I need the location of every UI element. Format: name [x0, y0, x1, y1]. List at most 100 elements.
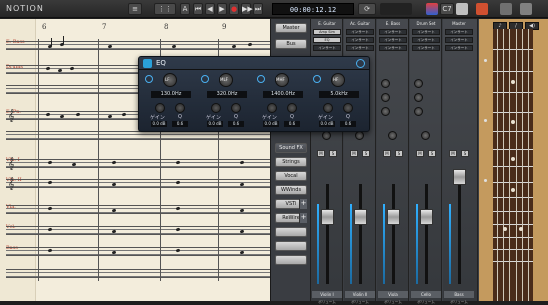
- strings-button[interactable]: Strings: [275, 157, 307, 167]
- send-knob[interactable]: [414, 79, 423, 88]
- pan-knob[interactable]: [322, 131, 331, 140]
- view-toggle-icon[interactable]: [520, 3, 532, 15]
- master-button[interactable]: Master: [275, 23, 307, 33]
- insert-slot[interactable]: インサート: [313, 45, 341, 51]
- send-knob[interactable]: [381, 107, 390, 116]
- insert-slot[interactable]: インサート: [412, 37, 440, 43]
- track-name[interactable]: Bass: [444, 291, 474, 298]
- add-vsti-icon[interactable]: +: [299, 199, 307, 209]
- track-name[interactable]: Cello: [411, 291, 441, 298]
- gain-knob[interactable]: [267, 103, 277, 113]
- insert-slot[interactable]: インサート: [379, 37, 407, 43]
- send-knob[interactable]: [414, 107, 423, 116]
- rewire-button[interactable]: ReWire +: [275, 213, 307, 223]
- strip-name: Ac. Guitar: [350, 21, 370, 26]
- winds-button[interactable]: WWinds: [275, 185, 307, 195]
- insert-slot[interactable]: EQ: [313, 37, 341, 43]
- empty-group-button[interactable]: [275, 241, 307, 251]
- insert-slot[interactable]: インサート: [412, 29, 440, 35]
- close-window-icon[interactable]: [476, 3, 488, 15]
- q-knob[interactable]: [231, 103, 241, 113]
- pan-knob[interactable]: [355, 131, 364, 140]
- mute-button[interactable]: M: [416, 150, 424, 157]
- sound-fx-button[interactable]: Sound FX: [275, 143, 307, 153]
- loop-button[interactable]: ⟳: [358, 3, 376, 15]
- insert-slot[interactable]: インサート: [379, 29, 407, 35]
- volume-fader[interactable]: [453, 169, 466, 185]
- insert-slot[interactable]: インサート: [346, 37, 374, 43]
- volume-fader[interactable]: [354, 209, 367, 225]
- gain-knob[interactable]: [211, 103, 221, 113]
- frequency-value: 320.0Hz: [207, 91, 247, 98]
- gain-knob[interactable]: [323, 103, 333, 113]
- fret: [493, 249, 533, 250]
- q-knob[interactable]: [343, 103, 353, 113]
- send-knob[interactable]: [414, 93, 423, 102]
- pan-knob[interactable]: [421, 131, 430, 140]
- track-name[interactable]: Violin I: [312, 291, 342, 298]
- menu-button[interactable]: ≡: [128, 3, 142, 15]
- bus-button[interactable]: Bus: [275, 39, 307, 49]
- band-power-icon[interactable]: [201, 75, 209, 83]
- forward-icon[interactable]: ▶▶: [241, 3, 253, 15]
- solo-button[interactable]: S: [461, 150, 469, 157]
- q-knob[interactable]: [175, 103, 185, 113]
- send-knob[interactable]: [381, 93, 390, 102]
- insert-slot[interactable]: インサート: [346, 29, 374, 35]
- pan-knob[interactable]: [388, 131, 397, 140]
- insert-slot[interactable]: インサート: [346, 45, 374, 51]
- solo-button[interactable]: S: [428, 150, 436, 157]
- q-knob[interactable]: [287, 103, 297, 113]
- fret: [493, 182, 533, 183]
- track-name[interactable]: Viola: [378, 291, 408, 298]
- empty-group-button[interactable]: [275, 227, 307, 237]
- mute-button[interactable]: M: [383, 150, 391, 157]
- mixer-icon-button[interactable]: ⋮⋮: [154, 3, 176, 15]
- rewind-start-icon[interactable]: ⏮: [193, 3, 203, 15]
- solo-button[interactable]: S: [329, 150, 337, 157]
- band-power-icon[interactable]: [313, 75, 321, 83]
- mute-button[interactable]: M: [317, 150, 325, 157]
- volume-fader[interactable]: [387, 209, 400, 225]
- insert-slot[interactable]: インサート: [445, 37, 473, 43]
- vsti-button[interactable]: VSTi +: [275, 199, 307, 209]
- gain-knob[interactable]: [155, 103, 165, 113]
- q-label: Q: [178, 114, 182, 120]
- insert-slot[interactable]: インサート: [445, 29, 473, 35]
- volume-fader[interactable]: [321, 209, 334, 225]
- gear-icon[interactable]: [456, 3, 468, 15]
- eq-header[interactable]: EQ: [139, 57, 369, 70]
- empty-group-button[interactable]: [275, 255, 307, 265]
- record-button[interactable]: ●: [229, 3, 239, 15]
- home-icon[interactable]: [500, 3, 512, 15]
- mute-button[interactable]: M: [449, 150, 457, 157]
- level-meter: [416, 204, 418, 284]
- track-name[interactable]: Violin II: [345, 291, 375, 298]
- rewind-icon[interactable]: ◀: [205, 3, 215, 15]
- add-rewire-icon[interactable]: +: [299, 213, 307, 223]
- eq-band: LF 130.0Hz ゲイン Q 0.0 dB 0.6: [145, 73, 197, 131]
- vocal-button[interactable]: Vocal: [275, 171, 307, 181]
- insert-slot[interactable]: インサート: [445, 45, 473, 51]
- insert-slot[interactable]: インサート: [412, 45, 440, 51]
- band-power-icon[interactable]: [257, 75, 265, 83]
- tempo-slider[interactable]: [380, 3, 412, 15]
- solo-button[interactable]: S: [362, 150, 370, 157]
- mode-button[interactable]: A: [180, 3, 190, 15]
- flag-icon[interactable]: [426, 3, 438, 15]
- play-icon[interactable]: ▶: [217, 3, 227, 15]
- q-value: 0.6: [228, 121, 244, 127]
- fader-track: [359, 184, 362, 284]
- solo-button[interactable]: S: [395, 150, 403, 157]
- insert-slot[interactable]: インサート: [379, 45, 407, 51]
- eq-logo-icon: [143, 59, 152, 68]
- insert-slot[interactable]: Amp Sim: [313, 29, 341, 35]
- forward-end-icon[interactable]: ⏭: [253, 3, 263, 15]
- eq-window[interactable]: EQ LF 130.0Hz ゲイン Q 0.0 dB 0.6 MLF 320.0…: [138, 56, 370, 132]
- band-power-icon[interactable]: [145, 75, 153, 83]
- mute-button[interactable]: M: [350, 150, 358, 157]
- volume-fader[interactable]: [420, 209, 433, 225]
- vsti-label: VSTi: [285, 201, 297, 207]
- send-knob[interactable]: [381, 79, 390, 88]
- eq-power-icon[interactable]: [356, 59, 365, 68]
